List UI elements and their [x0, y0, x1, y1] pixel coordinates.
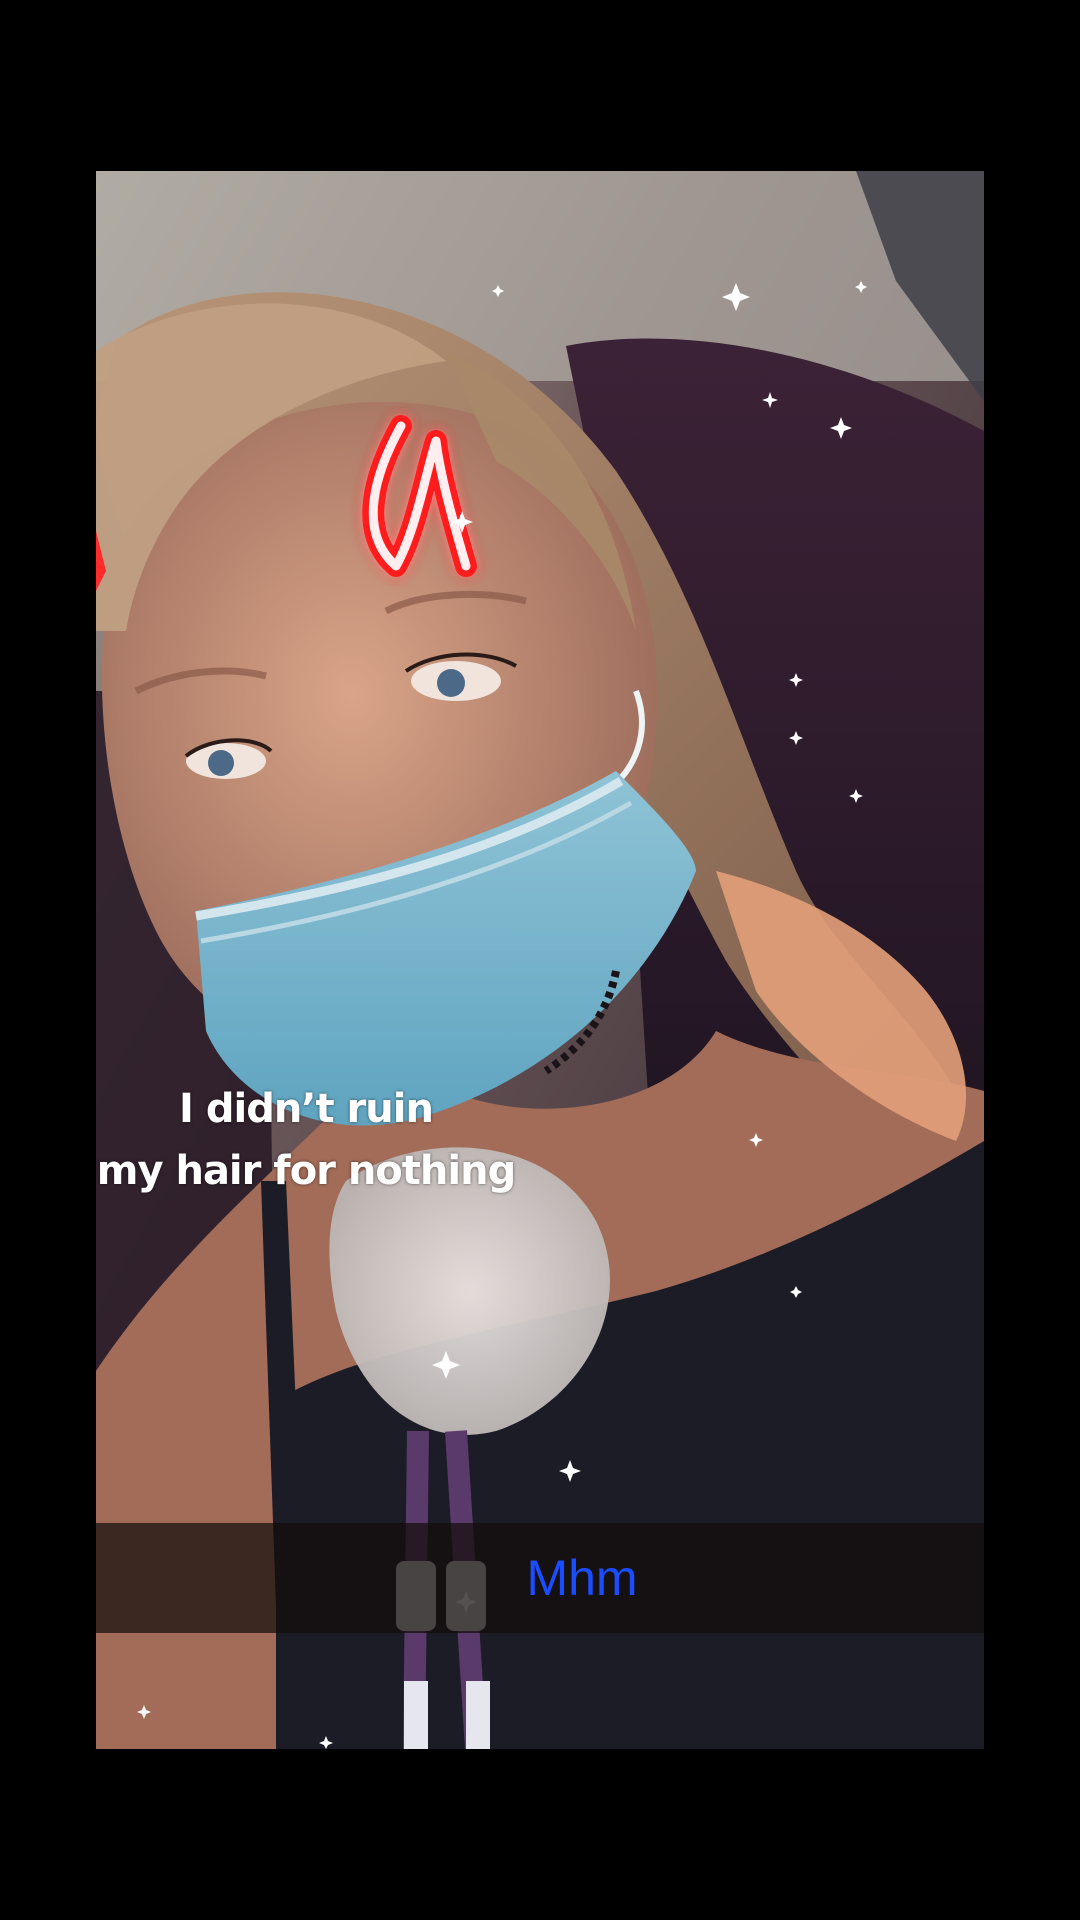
- overlay-line-2: my hair for nothing: [96, 1148, 516, 1194]
- overlay-line-1: I didn’t ruin: [179, 1086, 434, 1132]
- caption-text: Mhm: [526, 1550, 638, 1606]
- story-text-overlay: I didn’t ruin my hair for nothing: [80, 1078, 532, 1202]
- story-photo: [96, 171, 984, 1749]
- selfie-image: [96, 171, 984, 1749]
- story-viewer: I didn’t ruin my hair for nothing Mhm: [0, 0, 1080, 1920]
- caption-bar: Mhm: [96, 1523, 984, 1633]
